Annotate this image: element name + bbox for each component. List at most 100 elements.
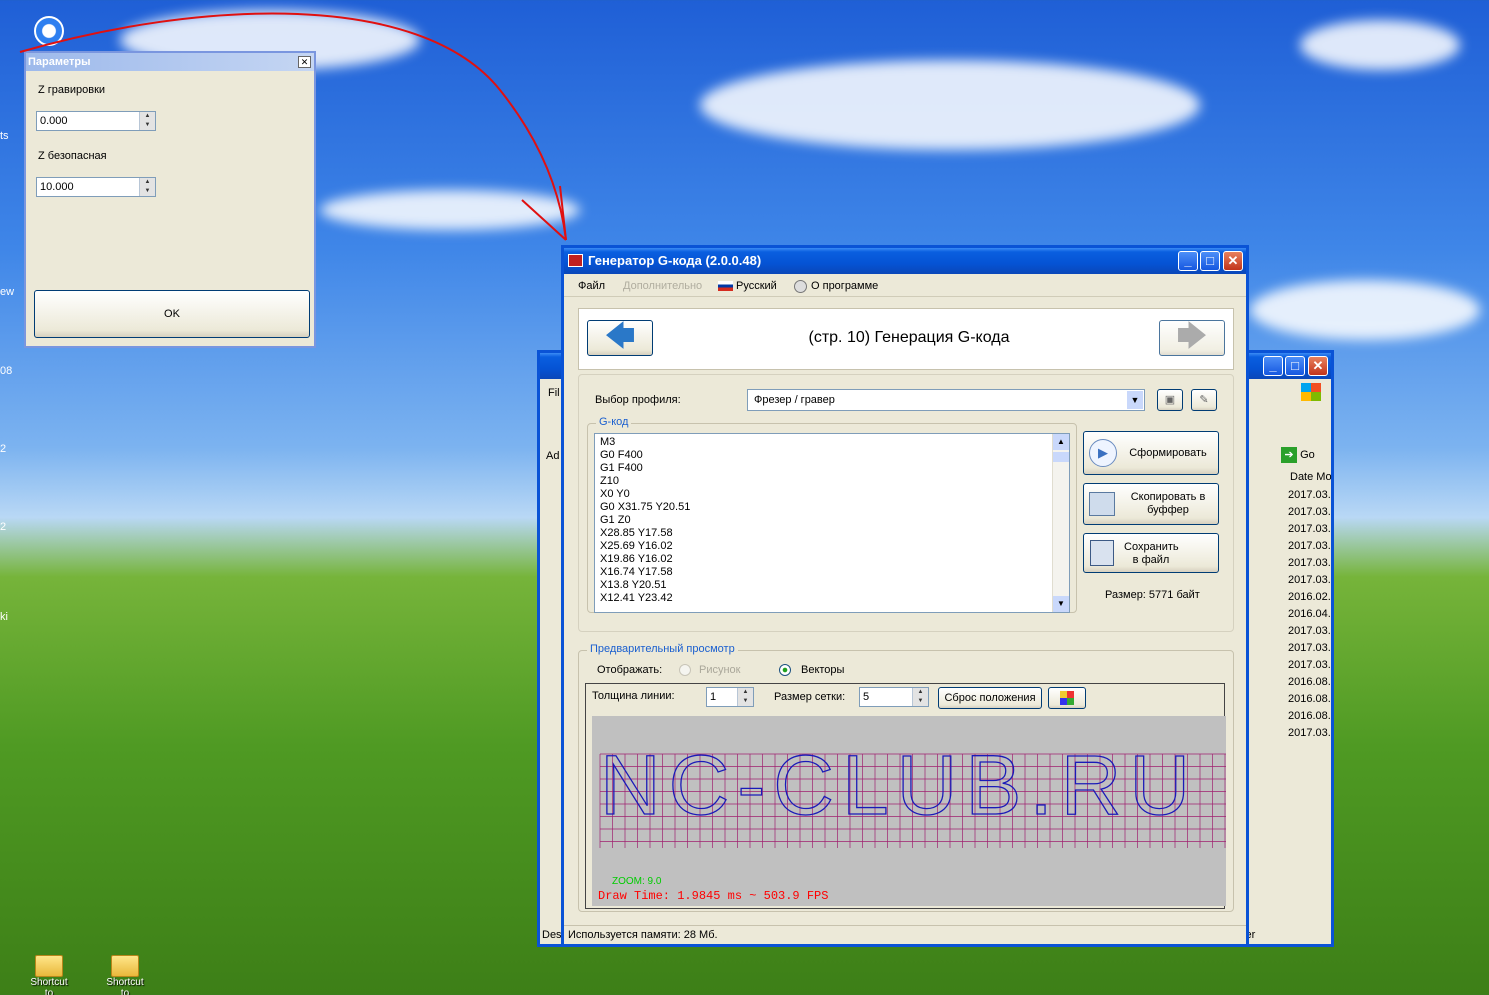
maximize-button[interactable]: □ <box>1200 251 1220 271</box>
date-cell: 2017.03. <box>1288 506 1331 518</box>
explorer-minimize-button[interactable]: _ <box>1263 356 1283 376</box>
desktop-edge-label: ts <box>0 130 9 142</box>
date-cell: 2016.08. <box>1288 710 1331 722</box>
column-header-date[interactable]: Date Mo <box>1290 471 1332 483</box>
z-engrave-stepper[interactable]: ▲ ▼ <box>139 112 155 130</box>
copy-label: Скопировать в буффер <box>1130 491 1206 516</box>
windows-logo-icon <box>1301 383 1321 401</box>
desktop-shortcut-label: Shortcut to <box>106 977 144 995</box>
page-header: 🡄 (стр. 10) Генерация G-кода 🡆 <box>578 308 1234 370</box>
preview-group-title: Предварительный просмотр <box>587 643 738 655</box>
gcode-line: M3 <box>600 436 616 448</box>
draw-time-text: Draw Time: 1.9845 ms ~ 503.9 FPS <box>598 889 829 903</box>
desktop-edge-label: ki <box>0 611 8 623</box>
generate-button[interactable]: ▶ Сформировать <box>1083 431 1219 475</box>
floppy-icon <box>1090 540 1114 566</box>
z-engrave-input[interactable]: 0.000 ▲ ▼ <box>36 111 156 131</box>
app-icon <box>568 254 583 267</box>
ok-label: OK <box>164 308 180 320</box>
line-width-value: 1 <box>710 691 717 703</box>
gcode-line: X13.8 Y20.51 <box>600 579 667 591</box>
back-button[interactable]: 🡄 <box>587 320 653 356</box>
date-cell: 2017.03. <box>1288 540 1331 552</box>
size-text: Размер: 5771 байт <box>1105 589 1200 601</box>
preview-grid-svg: NC-CLUB.RU <box>599 737 1226 848</box>
explorer-maximize-button[interactable]: □ <box>1285 356 1305 376</box>
preview-vector-text: NC-CLUB.RU <box>600 738 1198 832</box>
ok-button[interactable]: OK <box>34 290 310 338</box>
profile-select[interactable]: Фрезер / гравер ▼ <box>747 389 1145 411</box>
close-button[interactable]: ✕ <box>1223 251 1243 271</box>
menu-about[interactable]: О программе <box>811 280 878 292</box>
gcode-line: X16.74 Y17.58 <box>600 566 673 578</box>
preview-canvas[interactable]: NC-CLUB.RU ZOOM: 9.0 Draw Time: 1.9845 m… <box>592 716 1226 906</box>
about-icon <box>794 280 807 293</box>
chevron-down-icon[interactable]: ▼ <box>1127 391 1143 409</box>
main-window: Генератор G-кода (2.0.0.48) _ □ ✕ Файл Д… <box>561 245 1249 947</box>
params-close-button[interactable]: ✕ <box>298 56 311 68</box>
grid-size-input[interactable]: 5 ▲ ▼ <box>859 687 929 707</box>
gcode-scrollbar[interactable]: ▲ ▼ <box>1052 434 1069 612</box>
desktop-shortcut[interactable]: Shortcut to <box>106 955 144 995</box>
russian-flag-icon <box>718 281 733 291</box>
edit-profile-button[interactable]: ✎ <box>1191 389 1217 411</box>
date-cell: 2017.03. <box>1288 642 1331 654</box>
date-cell: 2017.03. <box>1288 574 1331 586</box>
arrow-left-icon: 🡄 <box>604 320 636 353</box>
minimize-button[interactable]: _ <box>1178 251 1198 271</box>
menu-additional[interactable]: Дополнительно <box>623 280 702 292</box>
gcode-line: X19.86 Y16.02 <box>600 553 673 565</box>
desktop-shortcut-label: Shortcut to <box>30 977 68 995</box>
desktop-shortcut[interactable]: Shortcut to <box>30 955 68 995</box>
main-title: Генератор G-кода (2.0.0.48) <box>588 253 762 268</box>
date-cell: 2017.03. <box>1288 557 1331 569</box>
grid-size-stepper[interactable]: ▲ ▼ <box>912 688 928 706</box>
profile-label: Выбор профиля: <box>595 394 681 406</box>
z-safe-label: Z безопасная <box>38 150 107 162</box>
gcode-line: Z10 <box>600 475 619 487</box>
line-width-input[interactable]: 1 ▲ ▼ <box>706 687 754 707</box>
gcode-line: X0 Y0 <box>600 488 630 500</box>
desktop-edge-label: 08 <box>0 365 13 377</box>
gcode-textarea[interactable]: M3 G0 F400 G1 F400 Z10 X0 Y0 G0 X31.75 Y20.51… <box>594 433 1070 613</box>
reset-position-button[interactable]: Сброс положения <box>938 687 1042 709</box>
color-palette-button[interactable] <box>1048 687 1086 709</box>
date-cell: 2016.02. <box>1288 591 1331 603</box>
line-width-stepper[interactable]: ▲ ▼ <box>737 688 753 706</box>
explorer-status-left: Des <box>542 929 562 941</box>
gcode-line: G0 X31.75 Y20.51 <box>600 501 691 513</box>
date-cell: 2016.08. <box>1288 676 1331 688</box>
radio-picture[interactable] <box>679 664 691 676</box>
gcode-line: G1 F400 <box>600 462 643 474</box>
date-cell: 2017.03. <box>1288 523 1331 535</box>
date-cell: 2017.03. <box>1288 489 1331 501</box>
forward-button[interactable]: 🡆 <box>1159 320 1225 356</box>
gcode-scroll-thumb[interactable] <box>1053 452 1069 462</box>
reset-position-label: Сброс положения <box>944 692 1036 704</box>
desktop-edge-label: ew <box>0 286 15 298</box>
gcode-lines: M3 G0 F400 G1 F400 Z10 X0 Y0 G0 X31.75 Y20.51… <box>600 436 690 605</box>
explorer-close-button[interactable]: ✕ <box>1308 356 1328 376</box>
status-bar: Используется памяти: 28 Мб. <box>564 925 1246 944</box>
copy-icon <box>1089 492 1115 516</box>
params-window: Параметры ✕ Z гравировки 0.000 ▲ ▼ Z безо… <box>24 51 316 348</box>
radio-picture-label: Рисунок <box>699 664 741 676</box>
z-engrave-value: 0.000 <box>40 115 68 127</box>
teamviewer-icon[interactable] <box>34 16 64 46</box>
copy-to-buffer-button[interactable]: Скопировать в буффер <box>1083 483 1219 525</box>
save-profile-button[interactable]: ▣ <box>1157 389 1183 411</box>
desktop-edge-label: 2 <box>0 521 7 533</box>
save-label: Сохранить в файл <box>1124 541 1179 566</box>
z-safe-stepper[interactable]: ▲ ▼ <box>139 178 155 196</box>
go-button[interactable]: ➔ Go <box>1281 447 1331 467</box>
gcode-line: G1 Z0 <box>600 514 631 526</box>
menu-file[interactable]: Файл <box>578 280 605 292</box>
gcode-line: X25.69 Y16.02 <box>600 540 673 552</box>
save-to-file-button[interactable]: Сохранить в файл <box>1083 533 1219 573</box>
date-cell: 2017.03. <box>1288 625 1331 637</box>
radio-vectors[interactable] <box>779 664 791 676</box>
page-title: (стр. 10) Генерация G-кода <box>808 329 1010 346</box>
gcode-group: G-код M3 G0 F400 G1 F400 Z10 X0 Y0 G0 X31.75 … <box>587 416 1077 613</box>
menu-language[interactable]: Русский <box>736 280 777 292</box>
z-safe-input[interactable]: 10.000 ▲ ▼ <box>36 177 156 197</box>
